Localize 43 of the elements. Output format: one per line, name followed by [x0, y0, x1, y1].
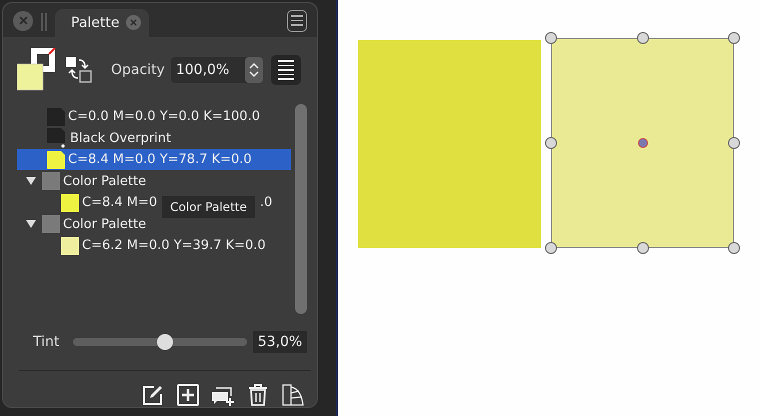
close-icon: [130, 19, 136, 26]
swatch-name: C=8.4 M=0: [82, 195, 158, 210]
swatch-name: Black Overprint: [70, 130, 172, 146]
menu-button[interactable]: [287, 10, 307, 32]
scrollbar[interactable]: [295, 104, 307, 314]
swap-colors-icon[interactable]: [65, 56, 93, 84]
edit-icon[interactable]: [141, 383, 165, 407]
add-icon[interactable]: [176, 383, 200, 407]
opacity-label: Opacity: [111, 62, 165, 78]
opacity-field[interactable]: 100,0%: [170, 57, 263, 84]
trash-icon[interactable]: [246, 383, 270, 407]
slider-thumb[interactable]: [157, 334, 174, 350]
selection-handle[interactable]: [728, 32, 740, 44]
swatch-row[interactable]: C=6.2 M=0.0 Y=39.7 K=0.0: [17, 234, 291, 256]
rectangle-shape[interactable]: [551, 38, 734, 248]
swatch-row[interactable]: Black Overprint: [17, 127, 291, 149]
swatch-row[interactable]: C=0.0 M=0.0 Y=0.0 K=100.0: [17, 106, 291, 128]
swatch-name: C=8.4 M=0.0 Y=78.7 K=0.0: [68, 152, 252, 168]
selection-handle[interactable]: [545, 137, 557, 149]
selection-handle[interactable]: [728, 242, 740, 254]
close-tab-icon[interactable]: [126, 15, 140, 30]
tint-field[interactable]: 53,0%: [253, 331, 307, 354]
swatch-name: .0: [260, 195, 272, 210]
expand-triangle-icon[interactable]: [23, 176, 39, 186]
close-icon: [18, 16, 28, 25]
expand-triangle-icon[interactable]: [23, 219, 39, 230]
drag-handle-icon[interactable]: [41, 12, 47, 30]
selection-handle[interactable]: [545, 242, 557, 254]
swatch-row[interactable]: Color Palette: [17, 170, 291, 192]
swatch-row[interactable]: C=8.4 M=0.0 Y=78.7 K=0.0: [17, 148, 291, 170]
panel-tab[interactable]: Palette: [55, 8, 148, 36]
swatch-name: C=0.0 M=0.0 Y=0.0 K=100.0: [68, 109, 260, 124]
swatch-fan-icon[interactable]: [281, 383, 305, 407]
swatch-name: Color Palette: [63, 174, 146, 189]
tooltip: Color Palette: [162, 196, 255, 218]
selection-handle[interactable]: [545, 32, 557, 44]
swatch-name: C=6.2 M=0.0 Y=39.7 K=0.0: [82, 238, 266, 254]
swatch-name: Color Palette: [63, 216, 146, 232]
tint-label: Tint: [33, 334, 60, 350]
selection-handle[interactable]: [728, 137, 740, 149]
list-view-button[interactable]: [270, 55, 301, 86]
stepper-icon[interactable]: [244, 57, 263, 84]
selection-handle[interactable]: [636, 32, 648, 44]
